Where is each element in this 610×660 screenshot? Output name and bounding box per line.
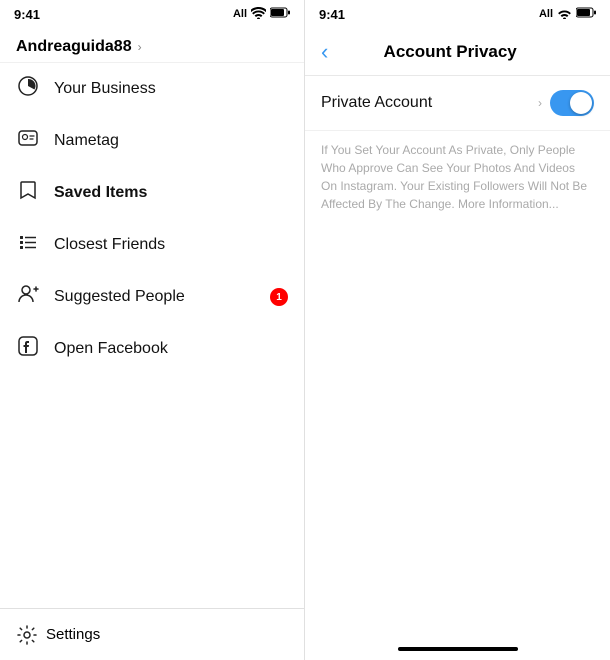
- battery-icon: [270, 7, 290, 21]
- right-panel: 9:41 All ‹ Account Privacy Private Accou…: [305, 0, 610, 660]
- network-left: All: [233, 8, 247, 20]
- bottom-bar-right: [305, 638, 610, 660]
- private-account-description: If You Set Your Account As Private, Only…: [305, 131, 610, 223]
- menu-item-label-your-business: Your Business: [54, 80, 156, 98]
- settings-label: Settings: [46, 626, 100, 643]
- menu-item-label-open-facebook: Open Facebook: [54, 340, 168, 358]
- time-left: 9:41: [14, 7, 40, 22]
- settings-icon[interactable]: Settings: [16, 624, 100, 646]
- chart-icon: [16, 75, 40, 103]
- private-account-row[interactable]: Private Account ›: [305, 76, 610, 131]
- facebook-icon: [16, 335, 40, 363]
- back-button[interactable]: ‹: [321, 39, 328, 65]
- menu-item-your-business[interactable]: Your Business: [0, 63, 304, 115]
- time-right: 9:41: [319, 7, 345, 22]
- menu-overlay: Andreaguida88 › Your Business Nameta: [0, 28, 304, 415]
- menu-item-label-nametag: Nametag: [54, 132, 119, 150]
- menu-item-label-saved-items: Saved Items: [54, 184, 147, 202]
- wifi-icon: [251, 7, 266, 22]
- left-panel: 9:41 All Andreaguida88 › Your: [0, 0, 305, 660]
- battery-icon-right: [576, 7, 596, 21]
- status-icons-left: All: [233, 7, 290, 22]
- menu-item-saved-items[interactable]: Saved Items: [0, 167, 304, 219]
- status-icons-right: All: [539, 7, 596, 22]
- status-bar-right: 9:41 All: [305, 0, 610, 28]
- menu-username-chevron: ›: [138, 40, 142, 54]
- menu-item-label-suggested-people: Suggested People: [54, 288, 185, 306]
- menu-item-suggested-people[interactable]: Suggested People 1: [0, 271, 304, 323]
- home-indicator-right: [398, 647, 518, 651]
- menu-username: Andreaguida88: [16, 38, 132, 56]
- private-account-chevron: ›: [538, 96, 542, 110]
- bottom-toolbar-left: Settings: [0, 608, 304, 660]
- bookmark-icon: [16, 179, 40, 207]
- account-privacy-content: Private Account › If You Set Your Accoun…: [305, 76, 610, 638]
- list-icon: [16, 231, 40, 259]
- private-account-toggle[interactable]: [550, 90, 594, 116]
- menu-item-nametag[interactable]: Nametag: [0, 115, 304, 167]
- nametag-icon: [16, 127, 40, 155]
- suggested-people-badge: 1: [270, 288, 288, 306]
- wifi-icon-right: [557, 7, 572, 22]
- network-right: All: [539, 8, 553, 20]
- account-privacy-header: ‹ Account Privacy: [305, 28, 610, 76]
- toggle-thumb: [570, 92, 592, 114]
- menu-item-label-closest-friends: Closest Friends: [54, 236, 165, 254]
- status-bar-left: 9:41 All: [0, 0, 304, 28]
- menu-username-row[interactable]: Andreaguida88 ›: [0, 28, 304, 63]
- menu-item-open-facebook[interactable]: Open Facebook: [0, 323, 304, 375]
- account-privacy-title: Account Privacy: [338, 42, 562, 62]
- menu-item-closest-friends[interactable]: Closest Friends: [0, 219, 304, 271]
- private-account-label: Private Account: [321, 94, 538, 112]
- person-add-icon: [16, 283, 40, 311]
